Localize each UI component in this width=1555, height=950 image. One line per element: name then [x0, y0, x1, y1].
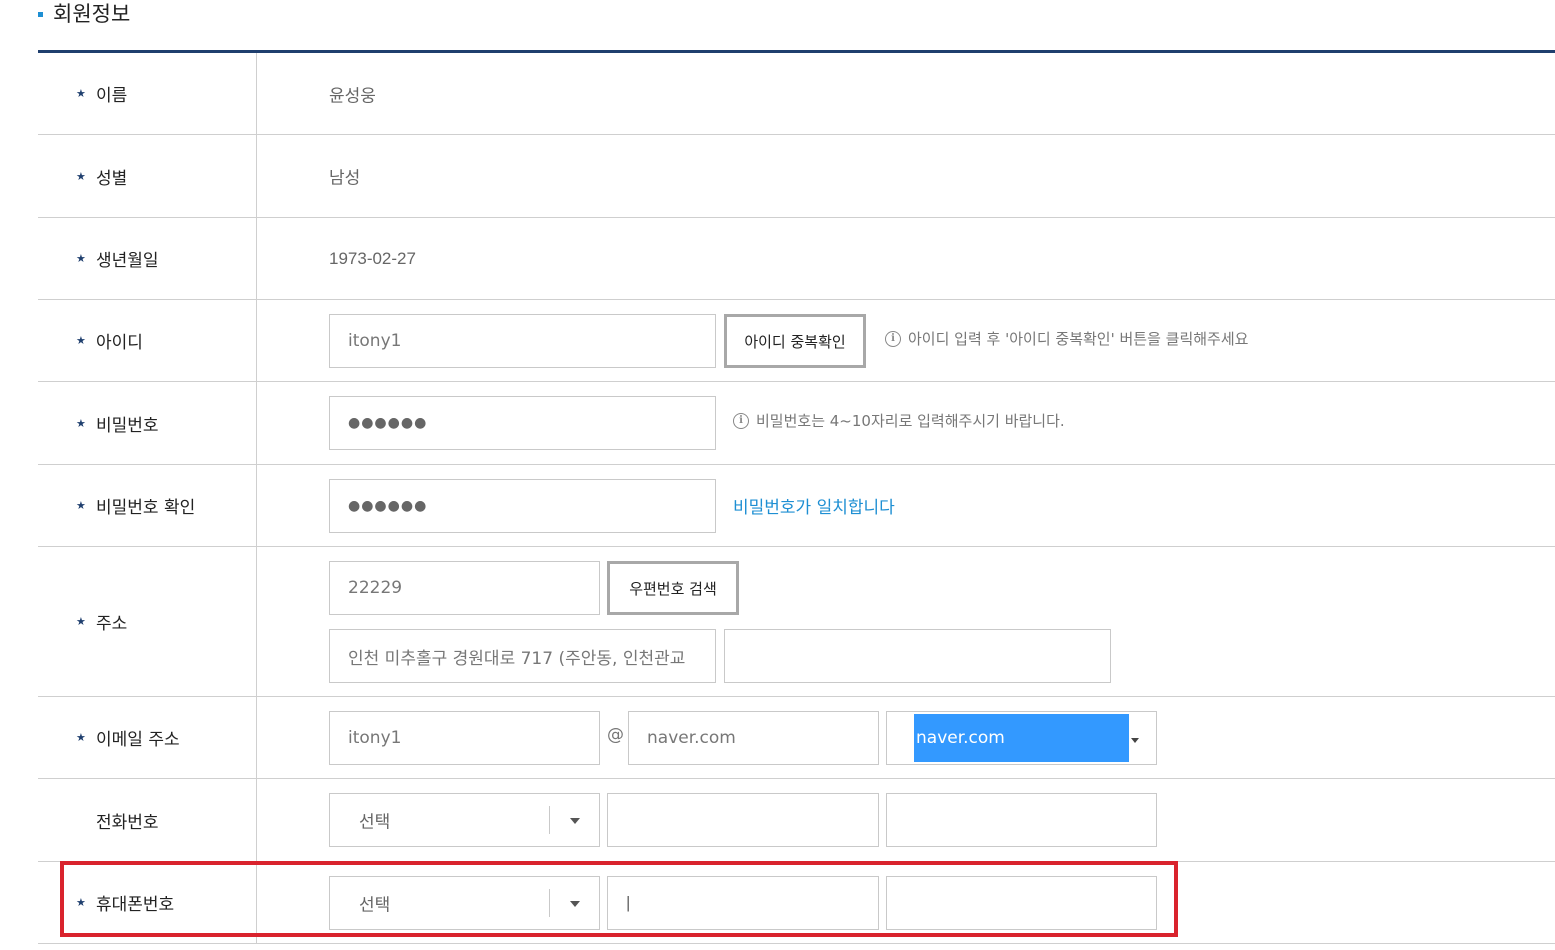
gender-label: 성별 — [96, 168, 128, 189]
name-label: 이름 — [96, 86, 128, 106]
row-mobile: ★ 휴대폰번호 선택 | — [38, 862, 1555, 944]
row-header: ★ 주소 — [38, 547, 257, 696]
row-password: ★ 비밀번호 ●●●●●● i 비밀번호는 4~10자리로 입력해주시기 바랍니… — [38, 382, 1555, 465]
userid-input[interactable]: itony1 — [329, 314, 716, 368]
password-match-status: 비밀번호가 일치합니다 — [733, 498, 895, 518]
password-confirm-mask: ●●●●●● — [348, 498, 428, 514]
required-star-icon: ★ — [76, 334, 86, 347]
info-icon: i — [885, 330, 901, 347]
mobile-last-input[interactable] — [886, 876, 1157, 930]
password-help-text: 비밀번호는 4~10자리로 입력해주시기 바랍니다. — [756, 412, 1065, 430]
mobile-label: 휴대폰번호 — [96, 895, 175, 915]
required-star-icon: ★ — [76, 87, 86, 100]
required-star-icon: ★ — [76, 731, 86, 744]
password-label: 비밀번호 — [96, 415, 159, 436]
row-name: ★ 이름 윤성웅 — [38, 53, 1555, 135]
chevron-down-icon — [1131, 738, 1139, 743]
row-header: 전화번호 — [38, 779, 257, 861]
required-star-icon: ★ — [76, 252, 86, 265]
chevron-down-icon — [570, 901, 580, 907]
password-confirm-label: 비밀번호 확인 — [96, 498, 196, 518]
chevron-down-icon — [570, 818, 580, 824]
info-icon: i — [733, 412, 749, 429]
row-header: ★ 비밀번호 확인 — [38, 465, 257, 546]
section-header: 회원정보 — [38, 0, 130, 26]
row-phone: 전화번호 선택 — [38, 779, 1555, 862]
gender-value: 남성 — [329, 168, 361, 188]
address1-input[interactable]: 인천 미추홀구 경원대로 717 (주안동, 인천관교 — [329, 629, 716, 683]
row-gender: ★ 성별 남성 — [38, 135, 1555, 218]
password-help: i 비밀번호는 4~10자리로 입력해주시기 바랍니다. — [733, 410, 1065, 431]
required-star-icon: ★ — [76, 615, 86, 628]
select-divider — [549, 806, 550, 834]
row-email: ★ 이메일 주소 itony1 @ naver.com naver.com — [38, 697, 1555, 779]
required-star-icon: ★ — [76, 169, 86, 183]
userid-help: i 아이디 입력 후 '아이디 중복확인' 버튼을 클릭해주세요 — [885, 328, 1248, 349]
phone-last-input[interactable] — [886, 793, 1157, 847]
address-label: 주소 — [96, 614, 128, 634]
section-title: 회원정보 — [53, 2, 131, 26]
row-header: ★ 성별 — [38, 135, 257, 217]
password-input[interactable]: ●●●●●● — [329, 396, 716, 450]
birth-label: 생년월일 — [96, 251, 159, 271]
name-value: 윤성웅 — [329, 86, 376, 105]
birth-value: 1973-02-27 — [329, 248, 416, 268]
id-duplicate-check-button[interactable]: 아이디 중복확인 — [724, 314, 866, 368]
email-at-sign: @ — [607, 725, 624, 745]
row-birth: ★ 생년월일 1973-02-27 — [38, 218, 1555, 300]
required-star-icon: ★ — [76, 499, 86, 512]
phone-prefix-select[interactable]: 선택 — [329, 793, 600, 847]
password-mask: ●●●●●● — [348, 415, 428, 431]
row-header: ★ 생년월일 — [38, 218, 257, 299]
row-header: ★ 아이디 — [38, 300, 257, 381]
email-label: 이메일 주소 — [96, 730, 180, 750]
row-header: ★ 휴대폰번호 — [38, 862, 257, 943]
row-address: ★ 주소 22229 우편번호 검색 인천 미추홀구 경원대로 717 (주안동… — [38, 547, 1555, 697]
zipcode-input[interactable]: 22229 — [329, 561, 600, 615]
phone-middle-input[interactable] — [607, 793, 879, 847]
zipcode-search-button[interactable]: 우편번호 검색 — [607, 561, 739, 615]
row-header: ★ 이름 — [38, 53, 257, 134]
address2-input[interactable] — [724, 629, 1111, 683]
email-domain-selected: naver.com — [914, 714, 1129, 762]
email-domain-input[interactable]: naver.com — [628, 711, 879, 765]
row-userid: ★ 아이디 itony1 아이디 중복확인 i 아이디 입력 후 '아이디 중복… — [38, 300, 1555, 382]
phone-label: 전화번호 — [96, 812, 159, 833]
password-confirm-input[interactable]: ●●●●●● — [329, 479, 716, 533]
row-header: ★ 비밀번호 — [38, 382, 257, 464]
mobile-middle-input[interactable]: | — [607, 876, 879, 930]
email-local-input[interactable]: itony1 — [329, 711, 600, 765]
userid-label: 아이디 — [96, 333, 143, 353]
row-password-confirm: ★ 비밀번호 확인 ●●●●●● 비밀번호가 일치합니다 — [38, 465, 1555, 547]
member-info-form: ★ 이름 윤성웅 ★ 성별 남성 ★ 생년월일 1973-02-27 ★ 아이디 — [38, 50, 1555, 944]
email-domain-select[interactable]: naver.com — [886, 711, 1157, 765]
title-bullet-icon — [38, 11, 43, 17]
mobile-prefix-value: 선택 — [359, 895, 391, 916]
phone-prefix-value: 선택 — [359, 812, 391, 833]
text-cursor: | — [626, 893, 631, 912]
mobile-prefix-select[interactable]: 선택 — [329, 876, 600, 930]
required-star-icon: ★ — [76, 896, 86, 909]
required-star-icon: ★ — [76, 416, 86, 430]
select-divider — [549, 889, 550, 917]
row-header: ★ 이메일 주소 — [38, 697, 257, 778]
userid-help-text: 아이디 입력 후 '아이디 중복확인' 버튼을 클릭해주세요 — [908, 330, 1249, 348]
